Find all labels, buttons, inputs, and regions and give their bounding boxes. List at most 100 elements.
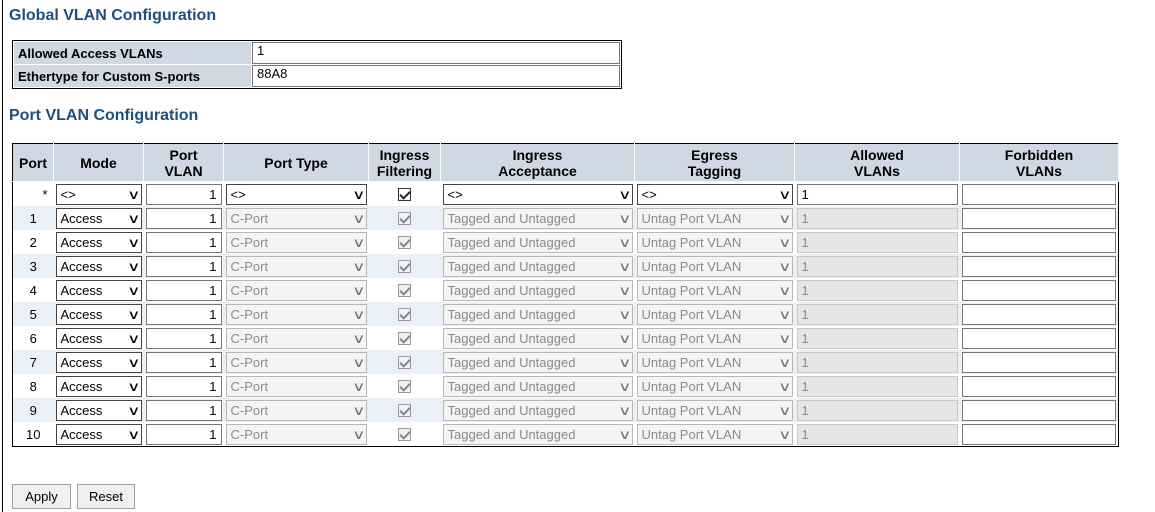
port-vlan-input[interactable]: 1 (145, 255, 222, 277)
port-type-select[interactable]: C-Port ∨ (225, 399, 367, 421)
forbidden-vlans-input[interactable] (961, 255, 1116, 277)
port-type-select[interactable]: C-Port ∨ (225, 375, 367, 397)
ethertype-input[interactable]: 88A8 (252, 65, 620, 87)
ingress-acceptance-select[interactable]: Tagged and Untagged ∨ (442, 255, 633, 277)
mode-select[interactable]: Access ∨ (55, 255, 142, 277)
port-type-select[interactable]: C-Port ∨ (225, 231, 367, 253)
port-type-select[interactable]: C-Port ∨ (225, 207, 367, 229)
port-type-select[interactable]: C-Port ∨ (225, 303, 367, 325)
egress-tagging-select[interactable]: Untag Port VLAN ∨ (636, 279, 793, 301)
ingress-filtering-checkbox[interactable] (398, 259, 411, 273)
port-vlan-input[interactable]: 1 (145, 231, 222, 253)
forbidden-vlans-input[interactable] (961, 231, 1116, 253)
mode-select[interactable]: Access ∨ (55, 423, 142, 445)
mode-select[interactable]: Access ∨ (55, 279, 142, 301)
allowed-vlans-input[interactable]: 1 (796, 399, 958, 421)
allowed-vlans-input[interactable]: 1 (796, 231, 958, 253)
mode-select[interactable]: Access ∨ (55, 351, 142, 373)
forbidden-vlans-input[interactable] (961, 207, 1116, 229)
ingress-filtering-checkbox[interactable] (398, 211, 411, 225)
port-type-select[interactable]: C-Port ∨ (225, 423, 367, 445)
port-type-select[interactable]: C-Port ∨ (225, 255, 367, 277)
ingress-filtering-checkbox[interactable] (398, 355, 411, 369)
ingress-acceptance-select[interactable]: Tagged and Untagged ∨ (442, 375, 633, 397)
port-vlan-input[interactable]: 1 (145, 327, 222, 349)
chevron-down-icon: ∨ (778, 354, 792, 370)
egress-tagging-select[interactable]: Untag Port VLAN ∨ (636, 423, 793, 445)
chevron-down-icon: ∨ (618, 258, 632, 274)
ingress-acceptance-select[interactable]: Tagged and Untagged ∨ (442, 303, 633, 325)
allowed-vlans-input[interactable]: 1 (796, 255, 958, 277)
port-vlan-input[interactable]: 1 (145, 399, 222, 421)
mode-select[interactable]: Access ∨ (55, 399, 142, 421)
port-type-select[interactable]: C-Port ∨ (225, 327, 367, 349)
egress-tagging-select[interactable]: Untag Port VLAN ∨ (636, 375, 793, 397)
port-vlan-input[interactable]: 1 (145, 351, 222, 373)
forbidden-vlans-input[interactable] (961, 327, 1116, 349)
mode-select[interactable]: Access ∨ (55, 231, 142, 253)
allowed-vlans-input[interactable]: 1 (796, 375, 958, 397)
wildcard-egress-tagging-select[interactable]: <> ∨ (636, 183, 793, 205)
ingress-filtering-checkbox[interactable] (398, 379, 411, 393)
ingress-acceptance-select[interactable]: Tagged and Untagged ∨ (442, 279, 633, 301)
egress-tagging-select[interactable]: Untag Port VLAN ∨ (636, 303, 793, 325)
forbidden-vlans-input[interactable] (961, 351, 1116, 373)
allowed-vlans-input[interactable]: 1 (796, 423, 958, 445)
port-type-select[interactable]: C-Port ∨ (225, 279, 367, 301)
allowed-access-vlans-input[interactable]: 1 (252, 42, 620, 64)
mode-select[interactable]: Access ∨ (55, 207, 142, 229)
port-vlan-input[interactable]: 1 (145, 279, 222, 301)
port-type-select[interactable]: C-Port ∨ (225, 351, 367, 373)
ingress-filtering-checkbox[interactable] (398, 283, 411, 297)
wildcard-port-type-select[interactable]: <> ∨ (225, 183, 367, 205)
ingress-filtering-checkbox[interactable] (398, 235, 411, 249)
allowed-vlans-input[interactable]: 1 (796, 303, 958, 325)
wildcard-port: * (12, 181, 54, 206)
ingress-acceptance-select[interactable]: Tagged and Untagged ∨ (442, 423, 633, 445)
ingress-filtering-checkbox[interactable] (398, 307, 411, 321)
ingress-filtering-checkbox[interactable] (398, 403, 411, 417)
wildcard-allowed-vlans-input[interactable]: 1 (796, 183, 958, 205)
wildcard-port-vlan-input[interactable]: 1 (145, 183, 222, 205)
ingress-acceptance-select[interactable]: Tagged and Untagged ∨ (442, 231, 633, 253)
allowed-vlans-input[interactable]: 1 (796, 207, 958, 229)
forbidden-vlans-input[interactable] (961, 303, 1116, 325)
egress-tagging-select[interactable]: Untag Port VLAN ∨ (636, 351, 793, 373)
ingress-acceptance-select[interactable]: Tagged and Untagged ∨ (442, 351, 633, 373)
wildcard-ingress-acceptance-select[interactable]: <> ∨ (442, 183, 633, 205)
egress-tagging-select[interactable]: Untag Port VLAN ∨ (636, 231, 793, 253)
mode-select[interactable]: Access ∨ (55, 327, 142, 349)
port-vlan-input[interactable]: 1 (145, 207, 222, 229)
wildcard-ingress-filtering-checkbox[interactable] (398, 187, 411, 201)
mode-select[interactable]: Access ∨ (55, 303, 142, 325)
header-mode: Mode (53, 143, 144, 182)
allowed-vlans-input[interactable]: 1 (796, 279, 958, 301)
forbidden-vlans-input[interactable] (961, 423, 1116, 445)
ingress-acceptance-select[interactable]: Tagged and Untagged ∨ (442, 207, 633, 229)
reset-button[interactable]: Reset (77, 484, 135, 509)
ingress-acceptance-select[interactable]: Tagged and Untagged ∨ (442, 399, 633, 421)
egress-tagging-select[interactable]: Untag Port VLAN ∨ (636, 399, 793, 421)
egress-tagging-select[interactable]: Untag Port VLAN ∨ (636, 327, 793, 349)
forbidden-vlans-input[interactable] (961, 279, 1116, 301)
port-number: 4 (12, 278, 54, 302)
wildcard-mode-select[interactable]: <> ∨ (55, 183, 142, 205)
forbidden-vlans-input[interactable] (961, 399, 1116, 421)
chevron-down-icon: ∨ (618, 354, 632, 370)
ingress-acceptance-select[interactable]: Tagged and Untagged ∨ (442, 327, 633, 349)
wildcard-forbidden-vlans-input[interactable] (961, 183, 1116, 205)
forbidden-vlans-input[interactable] (961, 375, 1116, 397)
port-vlan-input[interactable]: 1 (145, 423, 222, 445)
egress-tagging-select[interactable]: Untag Port VLAN ∨ (636, 255, 793, 277)
ingress-filtering-checkbox[interactable] (398, 427, 411, 441)
egress-tagging-select[interactable]: Untag Port VLAN ∨ (636, 207, 793, 229)
allowed-access-vlans-label: Allowed Access VLANs (14, 42, 251, 64)
apply-button[interactable]: Apply (12, 484, 71, 509)
port-vlan-input[interactable]: 1 (145, 303, 222, 325)
ingress-filtering-checkbox[interactable] (398, 331, 411, 345)
mode-select[interactable]: Access ∨ (55, 375, 142, 397)
allowed-vlans-input[interactable]: 1 (796, 351, 958, 373)
port-vlan-input[interactable]: 1 (145, 375, 222, 397)
allowed-vlans-input[interactable]: 1 (796, 327, 958, 349)
chevron-down-icon: ∨ (127, 426, 141, 442)
